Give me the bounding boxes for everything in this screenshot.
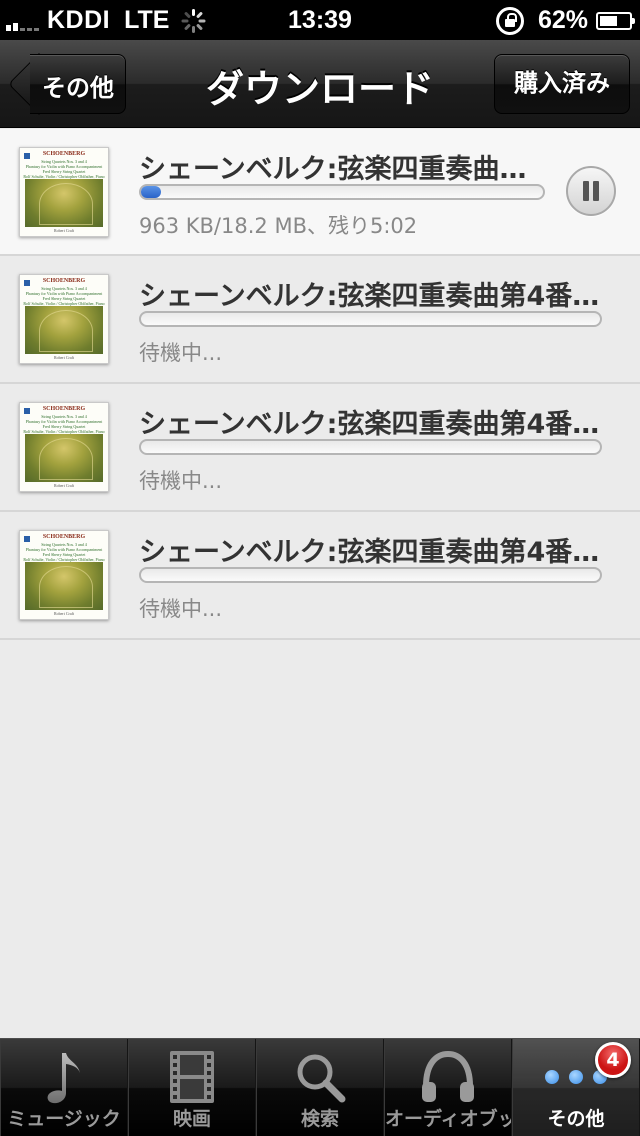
- album-art: SCHOENBERG String Quartets Nos. 3 and 4P…: [19, 530, 109, 620]
- album-cover-painting: [25, 306, 103, 354]
- album-cover-painting: [25, 179, 103, 227]
- download-status: 待機中...: [139, 597, 223, 621]
- album-art: SCHOENBERG String Quartets Nos. 3 and 4P…: [19, 402, 109, 492]
- track-title: シェーンベルク:弦楽四重奏曲第4番 Op. 37: [139, 409, 605, 440]
- album-footer: Robert Craft: [53, 483, 75, 488]
- download-status: 待機中...: [139, 469, 223, 493]
- music-note-icon: [1, 1047, 127, 1107]
- tab-search[interactable]: 検索: [256, 1039, 384, 1136]
- tab-more[interactable]: 4 その他: [512, 1039, 640, 1136]
- pause-button[interactable]: [566, 166, 616, 216]
- tab-label: ミュージック: [7, 1108, 121, 1130]
- battery-percent: 62%: [537, 6, 588, 34]
- album-composer: SCHOENBERG: [42, 278, 86, 284]
- album-art: SCHOENBERG String Quartets Nos. 3 and 4P…: [19, 147, 109, 237]
- download-row[interactable]: SCHOENBERG String Quartets Nos. 3 and 4P…: [0, 384, 640, 512]
- download-status: 待機中...: [139, 341, 223, 365]
- progress-bar: [139, 439, 602, 455]
- download-list: SCHOENBERG String Quartets Nos. 3 and 4P…: [0, 129, 640, 640]
- album-footer: Robert Craft: [53, 355, 75, 360]
- film-icon: [129, 1047, 255, 1107]
- album-subtitle: String Quartets Nos. 3 and 4 Phantasy for…: [23, 159, 105, 179]
- track-title: シェーンベルク:弦楽四重奏曲第4番 Op. 37: [139, 154, 553, 185]
- headphones-icon: [385, 1047, 511, 1107]
- tab-audiobooks[interactable]: オーディオブック: [384, 1039, 512, 1136]
- album-composer: SCHOENBERG: [42, 151, 86, 157]
- album-subtitle: String Quartets Nos. 3 and 4 Phantasy for…: [23, 414, 105, 434]
- tab-label: 映画: [172, 1108, 211, 1130]
- download-row[interactable]: SCHOENBERG String Quartets Nos. 3 and 4P…: [0, 512, 640, 640]
- album-subtitle: String Quartets Nos. 3 and 4 Phantasy for…: [23, 286, 105, 306]
- track-title: シェーンベルク:弦楽四重奏曲第4番 Op. 37: [139, 537, 605, 568]
- progress-bar: [139, 567, 602, 583]
- album-composer: SCHOENBERG: [42, 534, 86, 540]
- rotation-lock-icon: [495, 6, 524, 35]
- navigation-bar: その他 ダウンロード 購入済み: [0, 40, 640, 128]
- album-art: SCHOENBERG String Quartets Nos. 3 and 4P…: [19, 274, 109, 364]
- album-cover-painting: [25, 562, 103, 610]
- progress-fill: [141, 186, 162, 198]
- tab-movies[interactable]: 映画: [128, 1039, 256, 1136]
- album-subtitle: String Quartets Nos. 3 and 4 Phantasy for…: [23, 542, 105, 562]
- notification-badge: 4: [595, 1042, 631, 1078]
- search-icon: [257, 1047, 383, 1107]
- progress-bar: [139, 184, 545, 200]
- status-bar: KDDI LTE 13:39 62%: [0, 0, 640, 40]
- album-footer: Robert Craft: [53, 611, 75, 616]
- purchased-button[interactable]: 購入済み: [494, 54, 630, 114]
- download-status: 963 KB/18.2 MB、残り5:02: [139, 214, 418, 238]
- tab-bar: ミュージック 映画 検索 オーディオブック 4 その他: [0, 1038, 640, 1136]
- album-cover-painting: [25, 434, 103, 482]
- tab-label: その他: [547, 1108, 605, 1130]
- tab-music[interactable]: ミュージック: [0, 1039, 128, 1136]
- album-footer: Robert Craft: [53, 228, 75, 233]
- album-composer: SCHOENBERG: [42, 406, 86, 412]
- purchased-button-label: 購入済み: [514, 69, 610, 97]
- progress-bar: [139, 311, 602, 327]
- tab-label: オーディオブック: [385, 1108, 511, 1130]
- download-row[interactable]: SCHOENBERG String Quartets Nos. 3 and 4P…: [0, 256, 640, 384]
- tab-label: 検索: [300, 1108, 339, 1130]
- track-title: シェーンベルク:弦楽四重奏曲第4番 Op. 37: [139, 281, 605, 312]
- download-row[interactable]: SCHOENBERG String Quartets Nos. 3 and 4P…: [0, 129, 640, 256]
- battery-icon: [596, 11, 635, 30]
